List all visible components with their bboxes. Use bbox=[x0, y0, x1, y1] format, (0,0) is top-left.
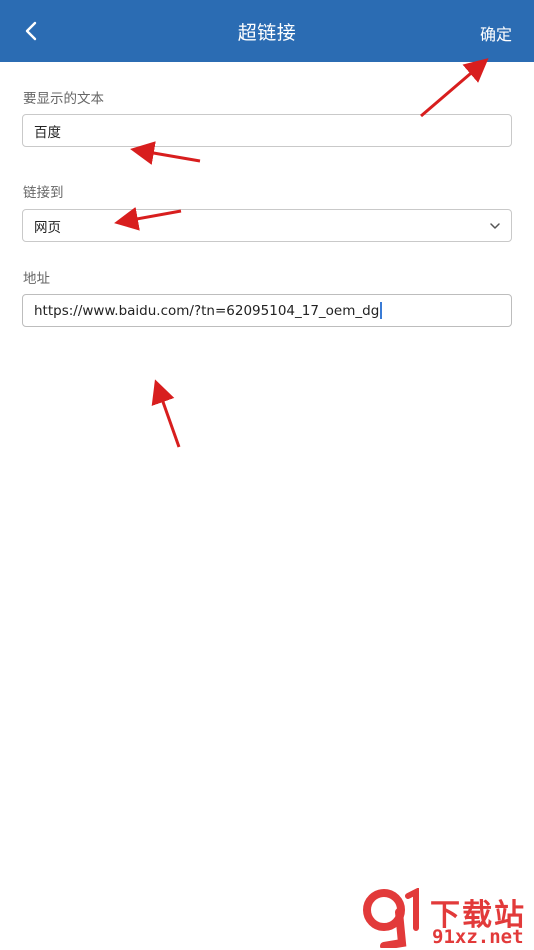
address-label: 地址 bbox=[23, 271, 50, 287]
address-input[interactable]: https://www.baidu.com/?tn=62095104_17_oe… bbox=[22, 294, 512, 327]
page-title: 超链接 bbox=[237, 22, 297, 44]
arrow-to-display-text bbox=[130, 141, 201, 165]
text-cursor bbox=[380, 302, 382, 319]
display-text-label: 要显示的文本 bbox=[23, 91, 104, 107]
arrow-to-confirm bbox=[420, 58, 489, 118]
link-to-label: 链接到 bbox=[23, 185, 64, 201]
watermark-url: 91xz.net bbox=[432, 926, 524, 948]
chevron-down-icon bbox=[490, 223, 500, 229]
display-text-input[interactable]: 百度 bbox=[22, 114, 512, 147]
watermark: 下载站 91xz.net bbox=[362, 888, 534, 950]
chevron-left-icon bbox=[25, 21, 37, 41]
address-value: https://www.baidu.com/?tn=62095104_17_oe… bbox=[34, 302, 380, 319]
link-to-selected-value: 网页 bbox=[34, 219, 61, 236]
app-bar: 超链接 确定 bbox=[0, 0, 534, 62]
watermark-logo bbox=[363, 888, 419, 948]
display-text-value: 百度 bbox=[34, 124, 61, 141]
confirm-button[interactable]: 确定 bbox=[480, 21, 512, 45]
back-button[interactable] bbox=[24, 16, 56, 46]
link-to-select[interactable]: 网页 bbox=[22, 209, 512, 242]
arrow-to-address bbox=[151, 379, 181, 448]
